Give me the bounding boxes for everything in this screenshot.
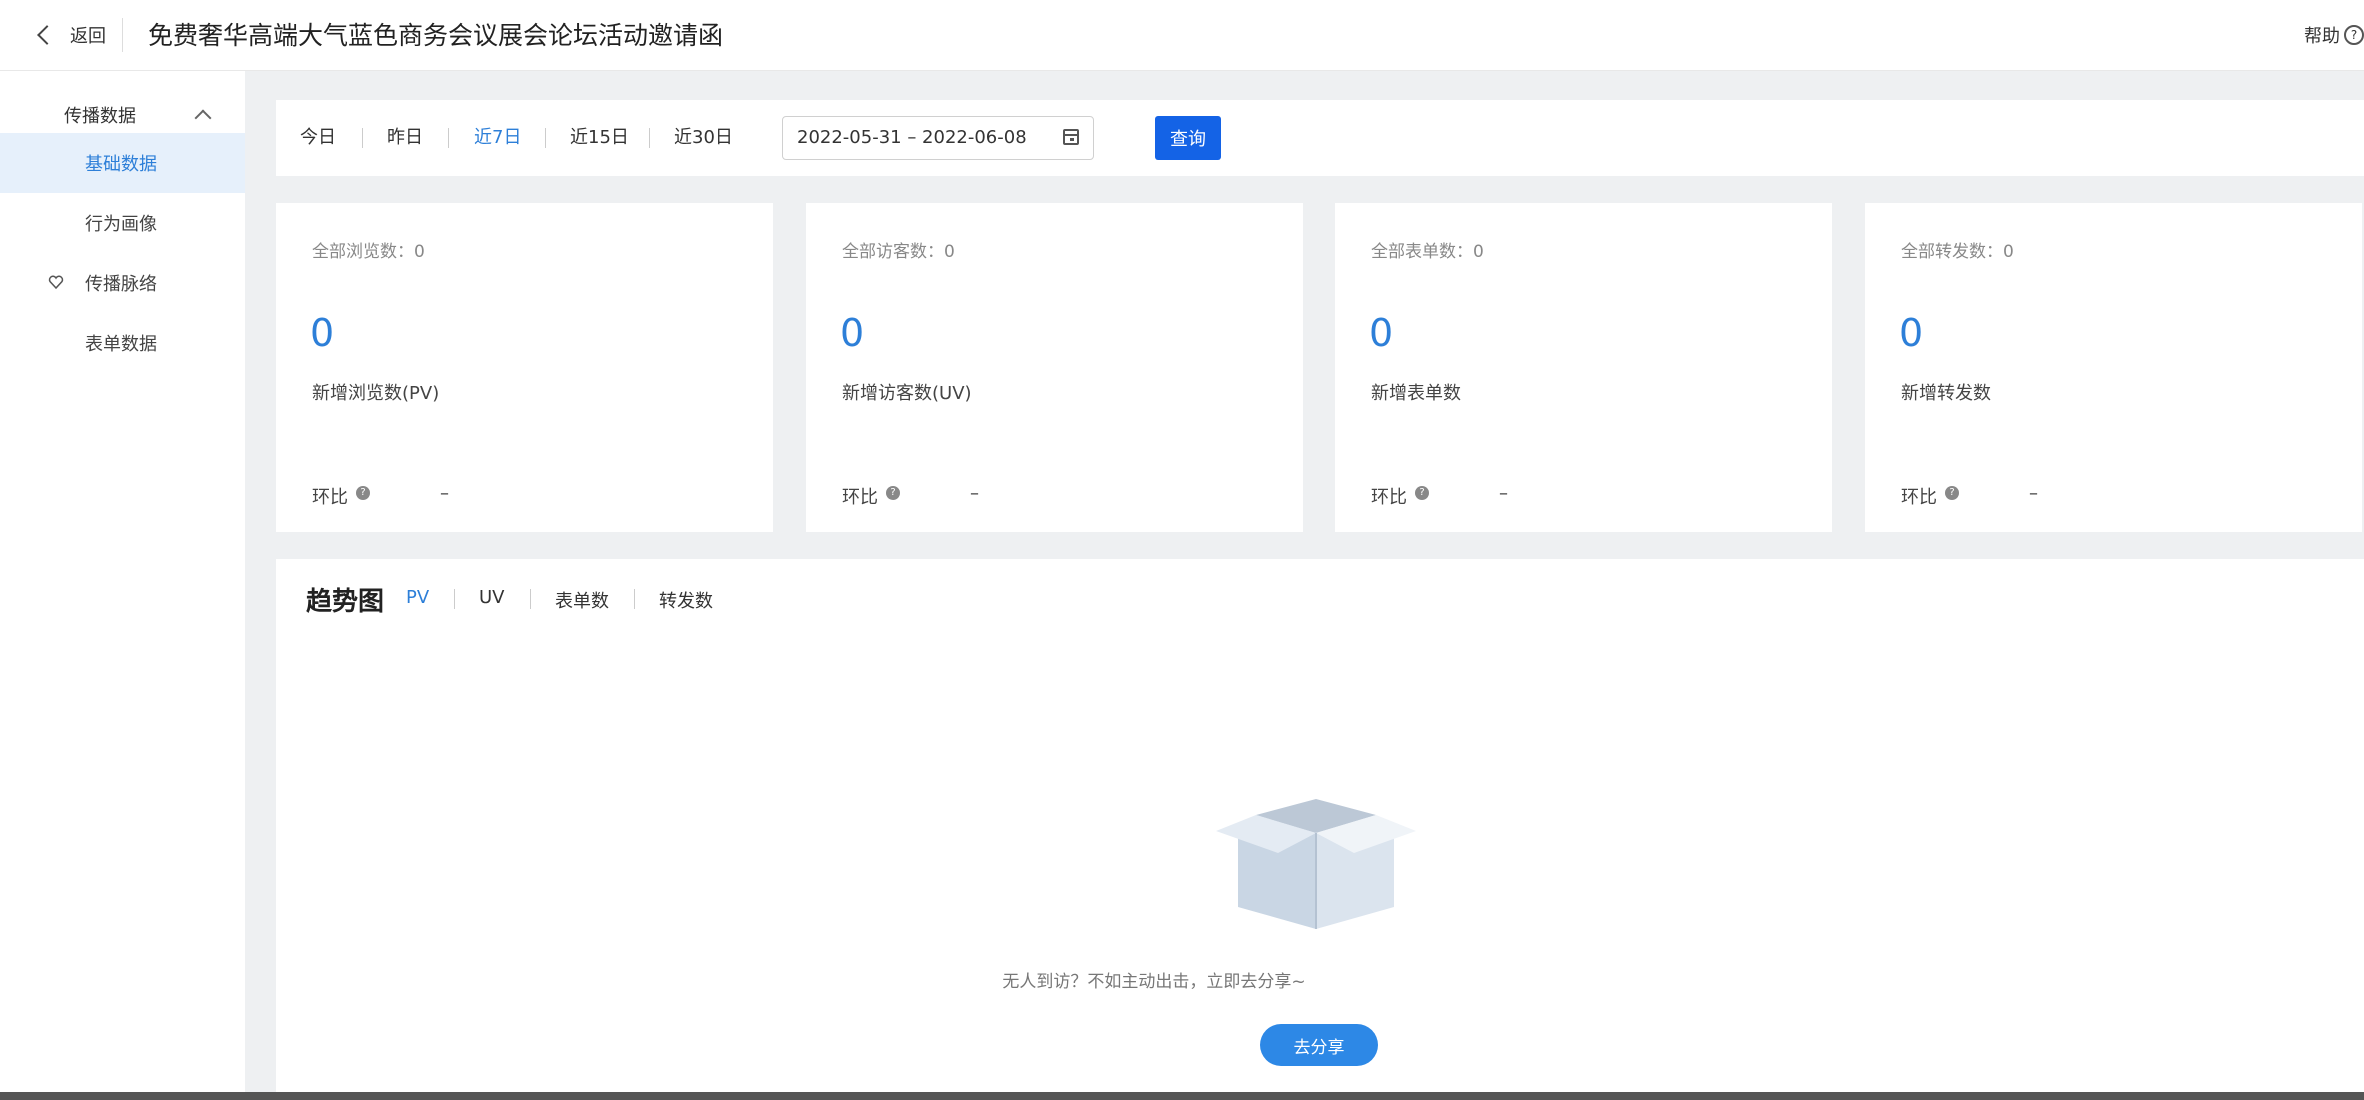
card-ratio-label: 环比 [842, 487, 878, 508]
stat-card-shares: 全部转发数：0 0 新增转发数 环比 ? – [1865, 203, 2362, 532]
filter-last-15-days[interactable]: 近15日 [570, 100, 629, 176]
divider [530, 589, 531, 609]
card-ratio-value: – [2029, 483, 2038, 504]
tab-uv[interactable]: UV [479, 587, 505, 608]
share-button[interactable]: 去分享 [1260, 1024, 1378, 1066]
help-icon: ? [2344, 25, 2364, 45]
trend-title: 趋势图 [306, 587, 385, 617]
sidebar-item-form-data[interactable]: 表单数据 [0, 313, 245, 373]
card-ratio-label: 环比 [312, 487, 348, 508]
card-ratio-value: – [970, 483, 979, 504]
divider [448, 128, 449, 148]
question-icon[interactable]: ? [356, 486, 370, 500]
heart-icon [48, 275, 64, 290]
trend-panel: 趋势图 PV UV 表单数 转发数 无人到访？不如主动出击，立即去分享~ 去分享 [276, 559, 2364, 1100]
stat-card-pv: 全部浏览数：0 0 新增浏览数(PV) 环比 ? – [276, 203, 773, 532]
tab-pv[interactable]: PV [406, 587, 429, 608]
date-range-picker[interactable]: 2022-05-31 – 2022-06-08 [782, 116, 1094, 160]
card-ratio-value: – [440, 483, 449, 504]
card-total: 全部浏览数：0 [312, 242, 425, 262]
sidebar-item-behavior-profile[interactable]: 行为画像 [0, 193, 245, 253]
chevron-left-icon [37, 25, 57, 45]
help-label: 帮助 [2304, 26, 2340, 47]
card-value: 0 [310, 311, 335, 355]
back-label: 返回 [70, 26, 106, 47]
card-ratio-label: 环比 [1371, 487, 1407, 508]
divider [649, 128, 650, 148]
empty-state-text: 无人到访？不如主动出击，立即去分享~ [1002, 972, 1306, 992]
filter-today[interactable]: 今日 [300, 100, 336, 176]
empty-box-icon [1216, 799, 1416, 929]
card-total: 全部表单数：0 [1371, 242, 1484, 262]
question-icon[interactable]: ? [886, 486, 900, 500]
sidebar-item-basic-data[interactable]: 基础数据 [0, 133, 245, 193]
date-filter-panel: 今日 昨日 近7日 近15日 近30日 2022-05-31 – 2022-06… [276, 100, 2364, 176]
question-icon[interactable]: ? [1945, 486, 1959, 500]
sidebar-item-label: 基础数据 [85, 154, 157, 175]
divider [545, 128, 546, 148]
divider [122, 18, 123, 52]
sidebar-item-label: 表单数据 [85, 334, 157, 355]
question-icon[interactable]: ? [1415, 486, 1429, 500]
chevron-up-icon [194, 109, 212, 127]
stat-card-forms: 全部表单数：0 0 新增表单数 环比 ? – [1335, 203, 1832, 532]
divider [634, 589, 635, 609]
sidebar-group-label: 传播数据 [64, 106, 136, 127]
card-value: 0 [1899, 311, 1924, 355]
card-label: 新增访客数(UV) [842, 383, 972, 404]
card-total: 全部访客数：0 [842, 242, 955, 262]
card-total: 全部转发数：0 [1901, 242, 2014, 262]
divider [362, 128, 363, 148]
card-ratio-value: – [1499, 483, 1508, 504]
filter-last-30-days[interactable]: 近30日 [674, 100, 733, 176]
card-ratio-label: 环比 [1901, 487, 1937, 508]
calendar-icon [1063, 129, 1079, 145]
bottom-strip [0, 1092, 2364, 1100]
sidebar-item-spread-path[interactable]: 传播脉络 [0, 253, 245, 313]
tab-shares[interactable]: 转发数 [659, 587, 713, 613]
help-link[interactable]: 帮助 ? [2304, 22, 2364, 48]
filter-yesterday[interactable]: 昨日 [387, 100, 423, 176]
stat-card-uv: 全部访客数：0 0 新增访客数(UV) 环比 ? – [806, 203, 1303, 532]
sidebar: 传播数据 基础数据 行为画像 传播脉络 表单数据 [0, 71, 245, 1100]
card-value: 0 [1369, 311, 1394, 355]
query-button[interactable]: 查询 [1155, 116, 1221, 160]
sidebar-item-label: 传播脉络 [85, 274, 157, 295]
tab-forms[interactable]: 表单数 [555, 587, 609, 613]
card-value: 0 [840, 311, 865, 355]
card-label: 新增转发数 [1901, 383, 1991, 404]
filter-last-7-days[interactable]: 近7日 [474, 100, 521, 176]
sidebar-item-label: 行为画像 [85, 214, 157, 235]
divider [454, 589, 455, 609]
card-label: 新增表单数 [1371, 383, 1461, 404]
date-range-value: 2022-05-31 – 2022-06-08 [797, 127, 1027, 148]
card-label: 新增浏览数(PV) [312, 383, 440, 404]
back-button[interactable]: 返回 [34, 20, 106, 50]
page-title: 免费奢华高端大气蓝色商务会议展会论坛活动邀请函 [148, 21, 724, 50]
top-bar: 返回 免费奢华高端大气蓝色商务会议展会论坛活动邀请函 帮助 ? [0, 0, 2364, 71]
